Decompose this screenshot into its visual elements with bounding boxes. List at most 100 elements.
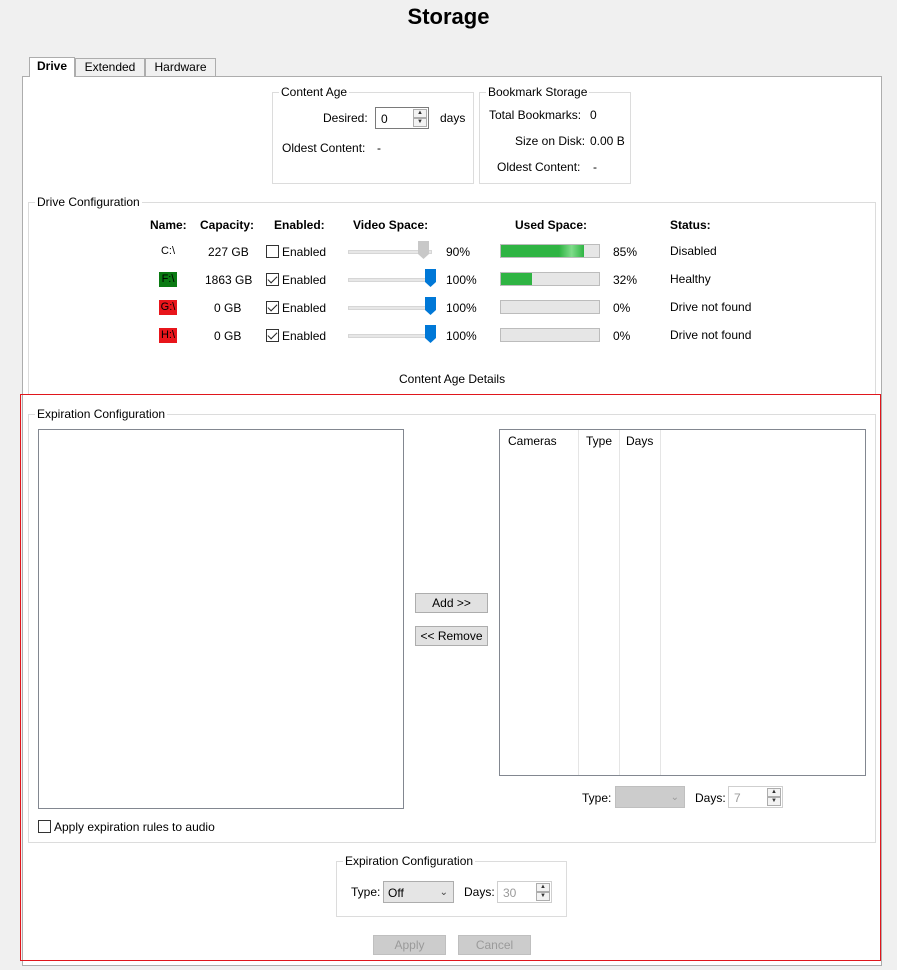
stepper-down-icon[interactable]: ▼ <box>413 118 427 127</box>
drive-status: Disabled <box>670 244 717 258</box>
slider-thumb-icon[interactable] <box>425 297 436 315</box>
expiration-configuration-legend: Expiration Configuration <box>37 407 166 421</box>
bookmark-oldest-label: Oldest Content: <box>497 160 581 174</box>
camera-type-label: Type: <box>582 791 612 805</box>
video-space-header: Video Space: <box>353 218 429 232</box>
drive-enabled-checkbox[interactable] <box>266 245 279 258</box>
content-age-group: Content Age <box>272 85 474 184</box>
drive-capacity: 1863 GB <box>205 273 253 287</box>
page-title: Storage <box>407 4 490 29</box>
apply-button[interactable]: Apply <box>373 935 446 955</box>
bookmark-oldest-value: - <box>593 160 597 174</box>
video-space-value: 100% <box>446 329 477 343</box>
content-age-legend: Content Age <box>281 85 348 99</box>
add-button[interactable]: Add >> <box>415 593 488 613</box>
used-space-bar <box>500 244 600 258</box>
drive-enabled-label[interactable]: Enabled <box>282 329 326 343</box>
drive-name: G:\ <box>159 300 177 315</box>
camera-days-value: 7 <box>734 791 741 805</box>
cameras-column-header[interactable]: Cameras <box>508 434 557 448</box>
used-space-fill <box>501 273 533 285</box>
global-expiration-legend: Expiration Configuration <box>345 854 474 868</box>
video-space-slider[interactable] <box>348 334 432 338</box>
enabled-header: Enabled: <box>274 218 325 232</box>
drive-enabled-checkbox[interactable] <box>266 329 279 342</box>
total-bookmarks-label: Total Bookmarks: <box>489 108 582 122</box>
cancel-button[interactable]: Cancel <box>458 935 531 955</box>
drive-status: Healthy <box>670 272 711 286</box>
chevron-down-icon: ⌄ <box>439 887 448 898</box>
desired-days-stepper[interactable]: 0 ▲ ▼ <box>375 107 429 129</box>
type-column-header[interactable]: Type <box>586 434 612 448</box>
desired-label: Desired: <box>323 111 368 125</box>
video-space-slider[interactable] <box>348 306 432 310</box>
total-bookmarks-value: 0 <box>590 108 597 122</box>
stepper-up-icon[interactable]: ▲ <box>536 883 550 892</box>
global-days-value: 30 <box>503 886 517 900</box>
available-cameras-list[interactable] <box>38 429 404 809</box>
global-type-value: Off <box>388 886 404 900</box>
drive-enabled-label[interactable]: Enabled <box>282 273 326 287</box>
apply-audio-label[interactable]: Apply expiration rules to audio <box>54 820 215 834</box>
drive-name: H:\ <box>159 328 177 343</box>
drive-enabled-checkbox[interactable] <box>266 301 279 314</box>
used-space-fill <box>501 245 585 257</box>
capacity-header: Capacity: <box>200 218 255 232</box>
oldest-content-value: - <box>377 141 381 155</box>
drive-enabled-label[interactable]: Enabled <box>282 301 326 315</box>
tab-drive[interactable]: Drive <box>29 57 75 77</box>
drive-capacity: 0 GB <box>214 301 242 315</box>
desired-days-value: 0 <box>381 112 388 126</box>
used-space-value: 85% <box>613 245 638 259</box>
slider-thumb-icon[interactable] <box>418 241 429 259</box>
chevron-down-icon: ⌄ <box>670 792 679 803</box>
oldest-content-label: Oldest Content: <box>282 141 366 155</box>
slider-thumb-icon[interactable] <box>425 269 436 287</box>
global-days-stepper[interactable]: 30 ▲ ▼ <box>497 881 552 903</box>
used-space-bar <box>500 272 600 286</box>
drive-configuration-legend: Drive Configuration <box>37 195 140 209</box>
video-space-slider[interactable] <box>348 278 432 282</box>
used-space-value: 32% <box>613 273 638 287</box>
size-on-disk-value: 0.00 B <box>590 134 625 148</box>
stepper-up-icon[interactable]: ▲ <box>767 788 781 797</box>
camera-days-label: Days: <box>695 791 726 805</box>
stepper-down-icon[interactable]: ▼ <box>767 797 781 806</box>
name-header: Name: <box>150 218 187 232</box>
days-column-header[interactable]: Days <box>626 434 653 448</box>
drive-capacity: 227 GB <box>208 245 249 259</box>
tab-extended[interactable]: Extended <box>75 58 145 76</box>
drive-enabled-label[interactable]: Enabled <box>282 245 326 259</box>
camera-type-select[interactable]: ⌄ <box>615 786 685 808</box>
stepper-down-icon[interactable]: ▼ <box>536 892 550 901</box>
drive-capacity: 0 GB <box>214 329 242 343</box>
apply-audio-checkbox[interactable] <box>38 820 51 833</box>
drive-status: Drive not found <box>670 300 752 314</box>
video-space-value: 100% <box>446 301 477 315</box>
drive-enabled-checkbox[interactable] <box>266 273 279 286</box>
content-age-details-link[interactable]: Content Age Details <box>399 372 505 386</box>
video-space-value: 100% <box>446 273 477 287</box>
used-space-bar <box>500 328 600 342</box>
configured-cameras-list[interactable]: Cameras Type Days <box>499 429 866 776</box>
slider-thumb-icon[interactable] <box>425 325 436 343</box>
used-space-bar <box>500 300 600 314</box>
drive-name: F:\ <box>159 272 177 287</box>
camera-days-stepper[interactable]: 7 ▲ ▼ <box>728 786 783 808</box>
remove-button[interactable]: << Remove <box>415 626 488 646</box>
video-space-value: 90% <box>446 245 471 259</box>
column-divider <box>660 430 661 775</box>
size-on-disk-label: Size on Disk: <box>515 134 586 148</box>
bookmark-storage-legend: Bookmark Storage <box>488 85 588 99</box>
days-unit-label: days <box>440 111 466 125</box>
status-header: Status: <box>670 218 711 232</box>
tab-hardware[interactable]: Hardware <box>145 58 216 76</box>
used-space-value: 0% <box>613 301 631 315</box>
drive-name: C:\ <box>160 245 176 257</box>
drive-status: Drive not found <box>670 328 752 342</box>
global-days-label: Days: <box>464 885 495 899</box>
global-type-select[interactable]: Off ⌄ <box>383 881 454 903</box>
global-type-label: Type: <box>351 885 381 899</box>
stepper-up-icon[interactable]: ▲ <box>413 109 427 118</box>
column-divider <box>578 430 579 775</box>
